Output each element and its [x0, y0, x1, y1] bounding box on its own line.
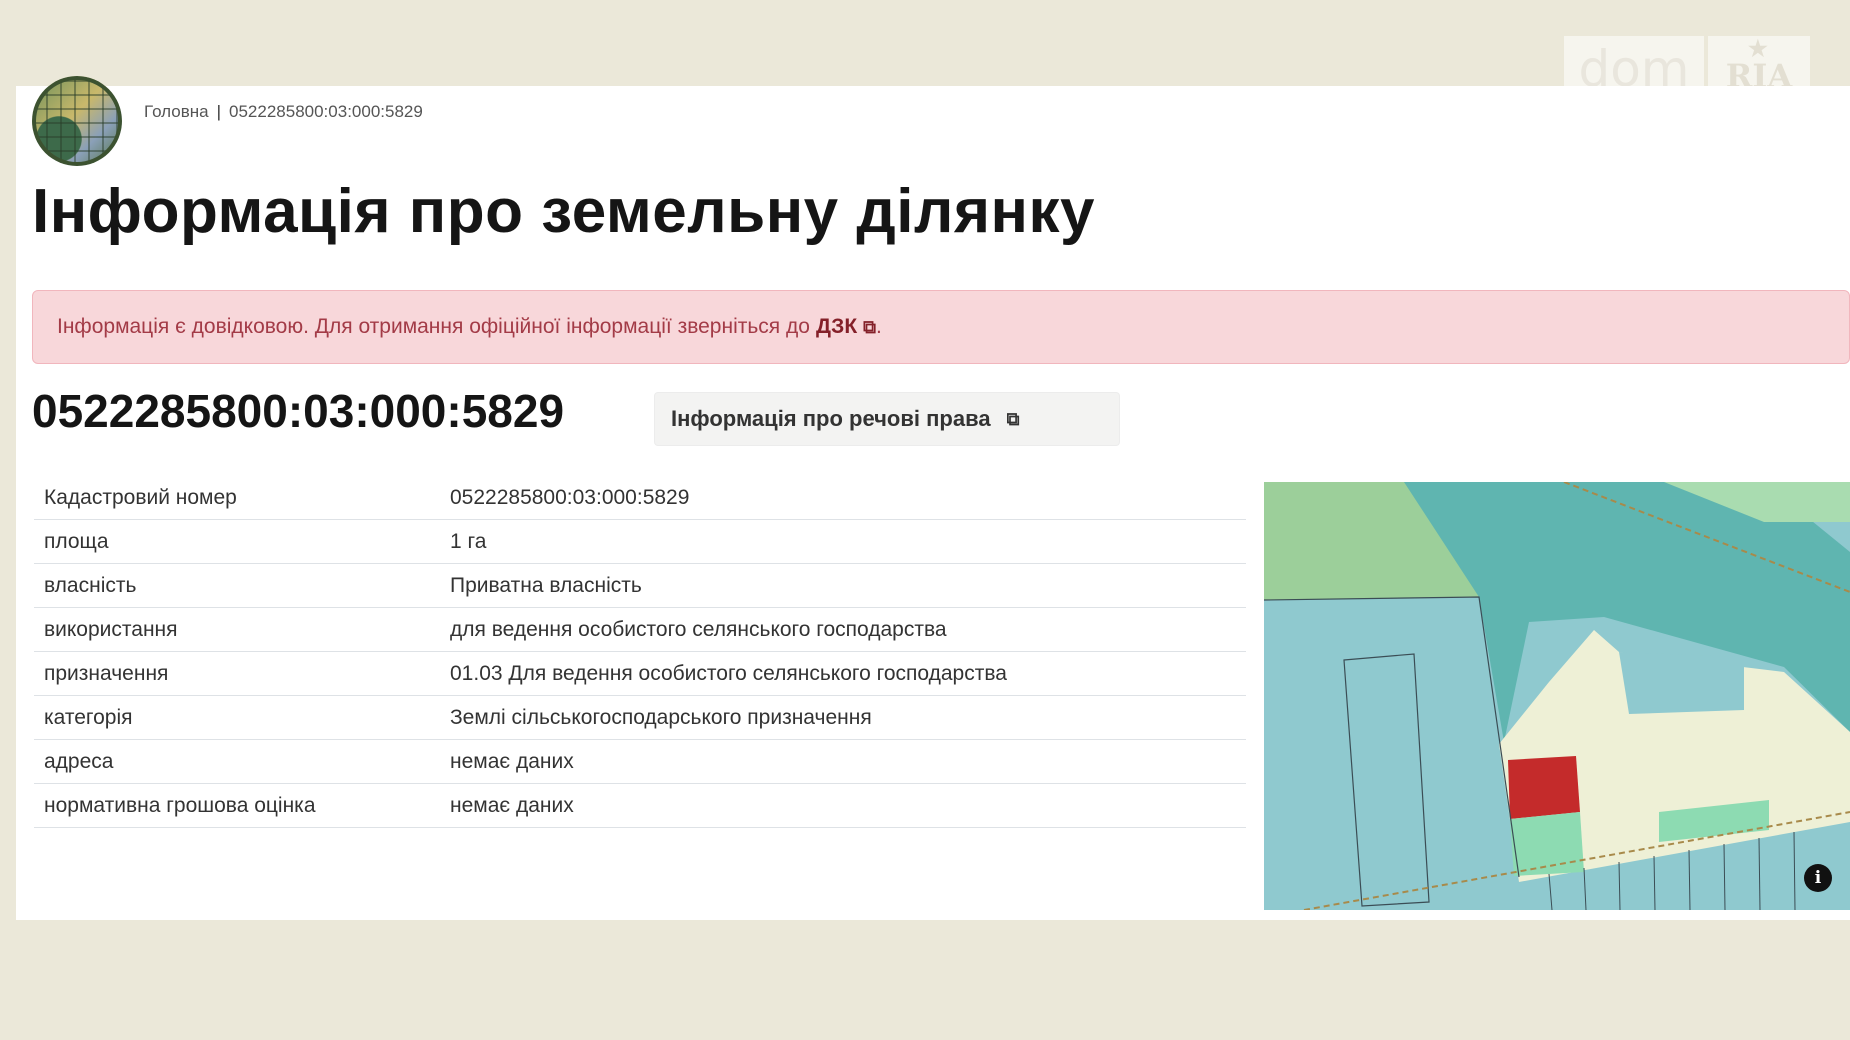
cadastral-map[interactable]: i	[1264, 482, 1850, 910]
detail-value: Землі сільськогосподарського призначення	[440, 695, 1246, 740]
alert-suffix: .	[876, 315, 882, 338]
external-link-icon: ⧉	[863, 317, 877, 337]
detail-value: немає даних	[440, 739, 1246, 784]
property-rights-button[interactable]: Інформація про речові права ⧉	[654, 392, 1120, 446]
table-row: адреса немає даних	[34, 739, 1246, 784]
table-row: площа 1 га	[34, 519, 1246, 564]
detail-label: власність	[34, 563, 440, 608]
parcel-number-heading: 0522285800:03:000:5829	[32, 385, 565, 437]
parcel-details-table: Кадастровий номер 0522285800:03:000:5829…	[34, 476, 1246, 828]
detail-label: адреса	[34, 739, 440, 784]
detail-label: Кадастровий номер	[34, 476, 440, 520]
table-row: призначення 01.03 Для ведення особистого…	[34, 651, 1246, 696]
table-row: Кадастровий номер 0522285800:03:000:5829	[34, 476, 1246, 520]
detail-label: призначення	[34, 651, 440, 696]
detail-label: площа	[34, 519, 440, 564]
detail-value: 0522285800:03:000:5829	[440, 476, 1246, 520]
info-icon[interactable]: i	[1804, 864, 1832, 892]
blue-parcel	[1619, 652, 1744, 714]
highlighted-parcel	[1508, 756, 1580, 819]
detail-value: Приватна власність	[440, 563, 1246, 608]
table-row: категорія Землі сільськогосподарського п…	[34, 695, 1246, 740]
detail-value: немає даних	[440, 783, 1246, 828]
map-canvas[interactable]	[1264, 482, 1850, 910]
table-row: використання для ведення особистого селя…	[34, 607, 1246, 652]
dzk-link[interactable]: ДЗК ⧉	[816, 315, 876, 339]
breadcrumb: Головна | 0522285800:03:000:5829	[144, 102, 423, 122]
detail-value: для ведення особистого селянського госпо…	[440, 607, 1246, 652]
detail-label: використання	[34, 607, 440, 652]
breadcrumb-separator: |	[216, 102, 222, 121]
property-rights-label: Інформація про речові права	[671, 406, 991, 431]
alert-text: Інформація є довідковою. Для отримання о…	[57, 315, 810, 338]
external-link-icon: ⧉	[1006, 408, 1020, 429]
detail-value: 01.03 Для ведення особистого селянського…	[440, 651, 1246, 696]
detail-value: 1 га	[440, 519, 1246, 564]
detail-label: нормативна грошова оцінка	[34, 783, 440, 828]
info-alert: Інформація є довідковою. Для отримання о…	[32, 290, 1850, 364]
content-panel: Головна | 0522285800:03:000:5829 Інформа…	[16, 76, 1850, 920]
table-row: нормативна грошова оцінка немає даних	[34, 783, 1246, 828]
table-row: власність Приватна власність	[34, 563, 1246, 608]
adjacent-parcel	[1510, 812, 1584, 876]
breadcrumb-current: 0522285800:03:000:5829	[229, 102, 423, 121]
site-logo[interactable]	[32, 76, 122, 166]
page-title: Інформація про земельну ділянку	[32, 177, 1095, 246]
star-icon: ★	[1748, 36, 1768, 62]
dzk-link-label: ДЗК	[815, 315, 858, 338]
breadcrumb-home-link[interactable]: Головна	[144, 102, 209, 122]
detail-label: категорія	[34, 695, 440, 740]
